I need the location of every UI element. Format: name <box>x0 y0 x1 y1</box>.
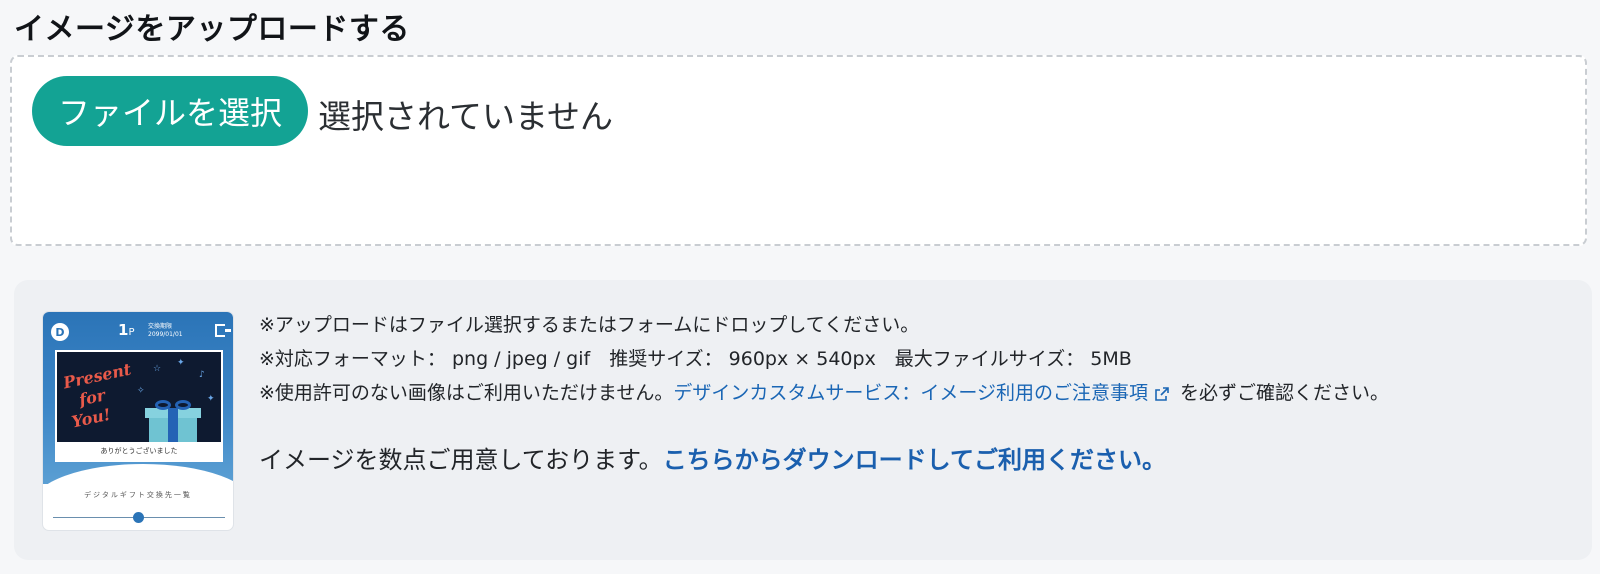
card-caption: ありがとうございました <box>57 442 221 460</box>
gift-icon <box>145 400 201 448</box>
note-format-info: ※対応フォーマット： png / jpeg / gif 推奨サイズ： 960px… <box>259 348 1132 370</box>
sparkle-icon: ☆ <box>153 364 162 374</box>
expiry-value: 2099/01/01 <box>148 331 183 338</box>
note-upload-instruction: ※アップロードはファイル選択するまたはフォームにドロップしてください。 <box>259 314 920 336</box>
points-value: 1P <box>118 321 134 339</box>
info-panel: D 1P 交換期限 2099/01/01 Present for You! ☆ … <box>14 280 1592 560</box>
thumbnail-footer-text: デジタルギフト交換先一覧 <box>84 491 192 499</box>
file-status-text: 選択されていません <box>318 97 614 136</box>
download-section: イメージを数点ご用意しております。こちらからダウンロードしてご利用ください。 <box>259 440 1579 475</box>
points-number: 1 <box>118 321 129 339</box>
expiry-label: 交換期限 <box>148 323 173 330</box>
sample-image-thumbnail: D 1P 交換期限 2099/01/01 Present for You! ☆ … <box>42 311 234 531</box>
note-usage-prefix: ※使用許可のない画像はご利用いただけません。 <box>259 382 674 404</box>
note-usage-suffix: を必ずご確認ください。 <box>1179 382 1389 404</box>
exit-icon <box>215 324 231 337</box>
download-images-link[interactable]: こちらからダウンロードしてご利用ください。 <box>663 446 1166 474</box>
download-prefix: イメージを数点ご用意しております。 <box>259 446 663 474</box>
choose-file-button[interactable]: ファイルを選択 <box>32 76 308 146</box>
expiry-date: 交換期限 2099/01/01 <box>148 323 183 339</box>
sparkle-icon: ✦ <box>177 358 185 368</box>
sparkle-icon: ✦ <box>207 394 215 404</box>
upload-dropzone[interactable]: ファイルを選択 選択されていません <box>10 55 1587 246</box>
thumbnail-dot <box>133 512 144 523</box>
page-title: イメージをアップロードする <box>14 12 410 47</box>
gift-card-image: Present for You! ☆ ✦ ♪ ✧ ✦ ありがとうございました <box>55 350 223 462</box>
note-usage-policy: ※使用許可のない画像はご利用いただけません。デザインカスタムサービス：イメージ利… <box>259 376 1579 410</box>
external-link-icon <box>1155 386 1169 401</box>
logo-icon: D <box>51 323 69 341</box>
card-greeting: Present for You! <box>62 359 142 432</box>
sparkle-icon: ♪ <box>199 370 205 380</box>
upload-notes: ※アップロードはファイル選択するまたはフォームにドロップしてください。 ※対応フ… <box>259 308 1579 475</box>
sparkle-icon: ✧ <box>137 386 145 396</box>
image-usage-notice-link[interactable]: デザインカスタムサービス：イメージ利用のご注意事項 <box>673 382 1148 404</box>
points-unit: P <box>128 327 135 338</box>
